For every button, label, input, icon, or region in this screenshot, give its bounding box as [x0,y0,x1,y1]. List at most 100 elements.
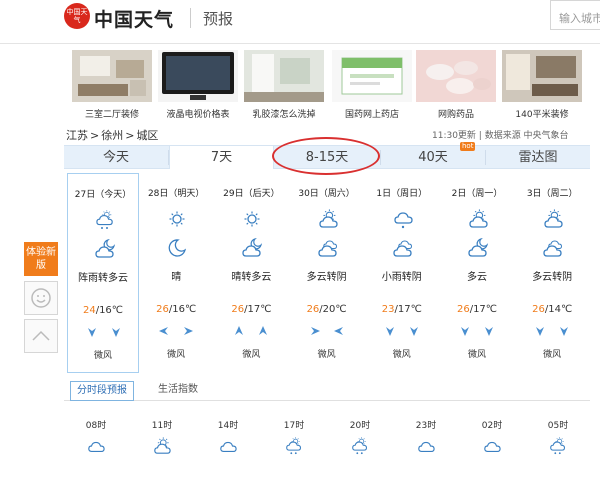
forecast-date: 3日（周二） [526,189,578,199]
forecast-temperature: 26/20℃ [291,304,363,315]
wind-direction-up-icon [259,326,268,335]
partly-cloudy-icon [154,437,171,454]
wind-direction-up-icon [235,326,244,335]
wind-direction [140,325,212,339]
back-to-top-button[interactable] [24,319,58,353]
update-info: 11:30更新 | 数据来源 中央气象台 [432,131,569,141]
hourly-item: 14时 [198,418,258,458]
ad-item[interactable]: 140平米装修 [502,50,586,120]
logo-text[interactable]: 中国天气 [94,5,174,32]
high-temperature: 26 [156,304,169,315]
partly-cloudy-icon [469,209,488,228]
wind-strength: 微风 [167,350,186,360]
forecast-temperature: 23/17℃ [366,304,438,315]
wind-strength: 微风 [242,350,261,360]
overcast-icon [393,240,412,257]
breadcrumb-province[interactable]: 江苏 [66,129,88,142]
tab-radar[interactable]: 雷达图 [486,146,590,169]
forecast-date: 2日（周一） [451,189,503,199]
forecast-day[interactable]: 2日（周一） 多云 26/17℃ 微风 [441,173,513,373]
new-version-button[interactable]: 体验新版 [24,242,58,276]
tab-today[interactable]: 今天 [64,146,168,169]
forecast-days: 27日（今天） 阵雨转多云 24/16℃ 微风 28日（明天） 晴 26/16℃ 微风 29… [64,173,590,373]
ad-label[interactable]: 乳胶漆怎么洗掉 [244,107,324,120]
wind-strength: 微风 [543,350,562,360]
hour-time: 20时 [349,421,371,431]
wind-direction-down-icon [485,327,493,336]
forecast-day[interactable]: 30日（周六） 多云转阴 26/20℃ 微风 [291,173,363,373]
feedback-button[interactable] [24,281,58,315]
forecast-day[interactable]: 3日（周二） 多云转阴 26/14℃ 微风 [516,173,588,373]
forecast-description: 多云 [467,272,487,283]
shower-icon [550,437,566,455]
ad-label[interactable]: 三室二厅装修 [72,107,152,120]
ad-item[interactable]: 乳胶漆怎么洗掉 [244,50,328,120]
tab-life-index[interactable]: 生活指数 [152,381,204,400]
wind-direction [366,325,438,339]
wind-direction [516,325,588,339]
cloudy-icon [484,441,501,452]
sunny-icon [244,211,260,227]
breadcrumb-district: 城区 [136,129,159,142]
high-temperature: 24 [82,305,96,316]
ad-item[interactable]: 国药网上药店 [332,50,416,120]
wind-direction [215,325,287,339]
city-search-input[interactable]: 输入城市 [550,0,600,30]
forecast-day[interactable]: 29日（后天） 晴转多云 26/17℃ 微风 [215,173,287,373]
forecast-day[interactable]: 1日（周日） 小雨转阴 23/17℃ 微风 [366,173,438,373]
hourly-item: 20时 [330,418,390,458]
ad-label[interactable]: 国药网上药店 [332,107,412,120]
overcast-icon [317,240,337,257]
hour-time: 14时 [217,421,239,431]
hour-time: 08时 [85,421,107,431]
forecast-description: 晴转多云 [231,272,272,283]
logo-badge[interactable]: 中国天气 [64,3,90,29]
hourly-item: 17时 [264,418,324,458]
ad-item[interactable]: 液晶电视价格表 [158,50,242,120]
living-room-photo-icon [72,50,152,102]
medicine-box-photo-icon [332,50,412,102]
wind-direction-right-icon [184,327,194,335]
wind-direction [291,325,363,339]
forecast-date: 28日（明天） [147,189,205,199]
logo-divider [190,8,191,28]
hot-badge: hot [460,142,476,151]
wind-direction-right-icon [310,327,320,335]
breadcrumb-city[interactable]: 徐州 [101,129,123,142]
forecast-description: 小雨转阴 [381,272,422,283]
ad-label[interactable]: 140平米装修 [502,107,582,120]
wind-strength: 微风 [93,351,112,361]
ad-strip: 三室二厅装修 液晶电视价格表 乳胶漆怎么洗掉 国药网上药店 网购药品 140平米… [64,50,600,120]
high-temperature: 26 [532,304,545,315]
forecast-date: 27日（今天） [74,190,132,200]
shower-icon [96,210,113,229]
low-temperature: /16℃ [168,304,197,315]
wind-direction-left-icon [159,327,169,335]
forecast-description: 晴 [171,272,182,283]
forecast-day[interactable]: 27日（今天） 阵雨转多云 24/16℃ 微风 [67,173,139,373]
high-temperature: 26 [306,304,320,315]
cloudy-icon [220,441,237,452]
ad-item[interactable]: 三室二厅装修 [72,50,156,120]
hourly-item: 02时 [462,418,522,458]
smile-icon [31,288,51,308]
tab-8-15-days[interactable]: 8-15天 [274,146,380,169]
tab-7-days[interactable]: 7天 [169,146,274,169]
apartment-photo-icon [502,50,582,102]
wind-strength: 微风 [467,350,486,360]
tab-hourly-forecast[interactable]: 分时段预报 [70,381,134,401]
forecast-temperature: 24/16℃ [68,305,138,316]
low-temperature: /16℃ [95,305,124,316]
ad-label[interactable]: 液晶电视价格表 [158,107,238,120]
hourly-forecast: 08时 11时 14时 17时 20时 23时 02时 05时 [64,418,590,479]
forecast-day[interactable]: 28日（明天） 晴 26/16℃ 微风 [140,173,212,373]
wind-direction-down-icon [560,327,569,336]
ad-label[interactable]: 网购药品 [416,107,496,120]
ad-item[interactable]: 网购药品 [416,50,500,120]
back-to-top-icon [32,330,50,341]
forecast-temperature: 26/14℃ [516,304,588,315]
room-photo-icon [244,50,324,102]
wind-direction [68,326,138,340]
hourly-item: 05时 [528,418,588,458]
low-temperature: /17℃ [244,304,272,315]
